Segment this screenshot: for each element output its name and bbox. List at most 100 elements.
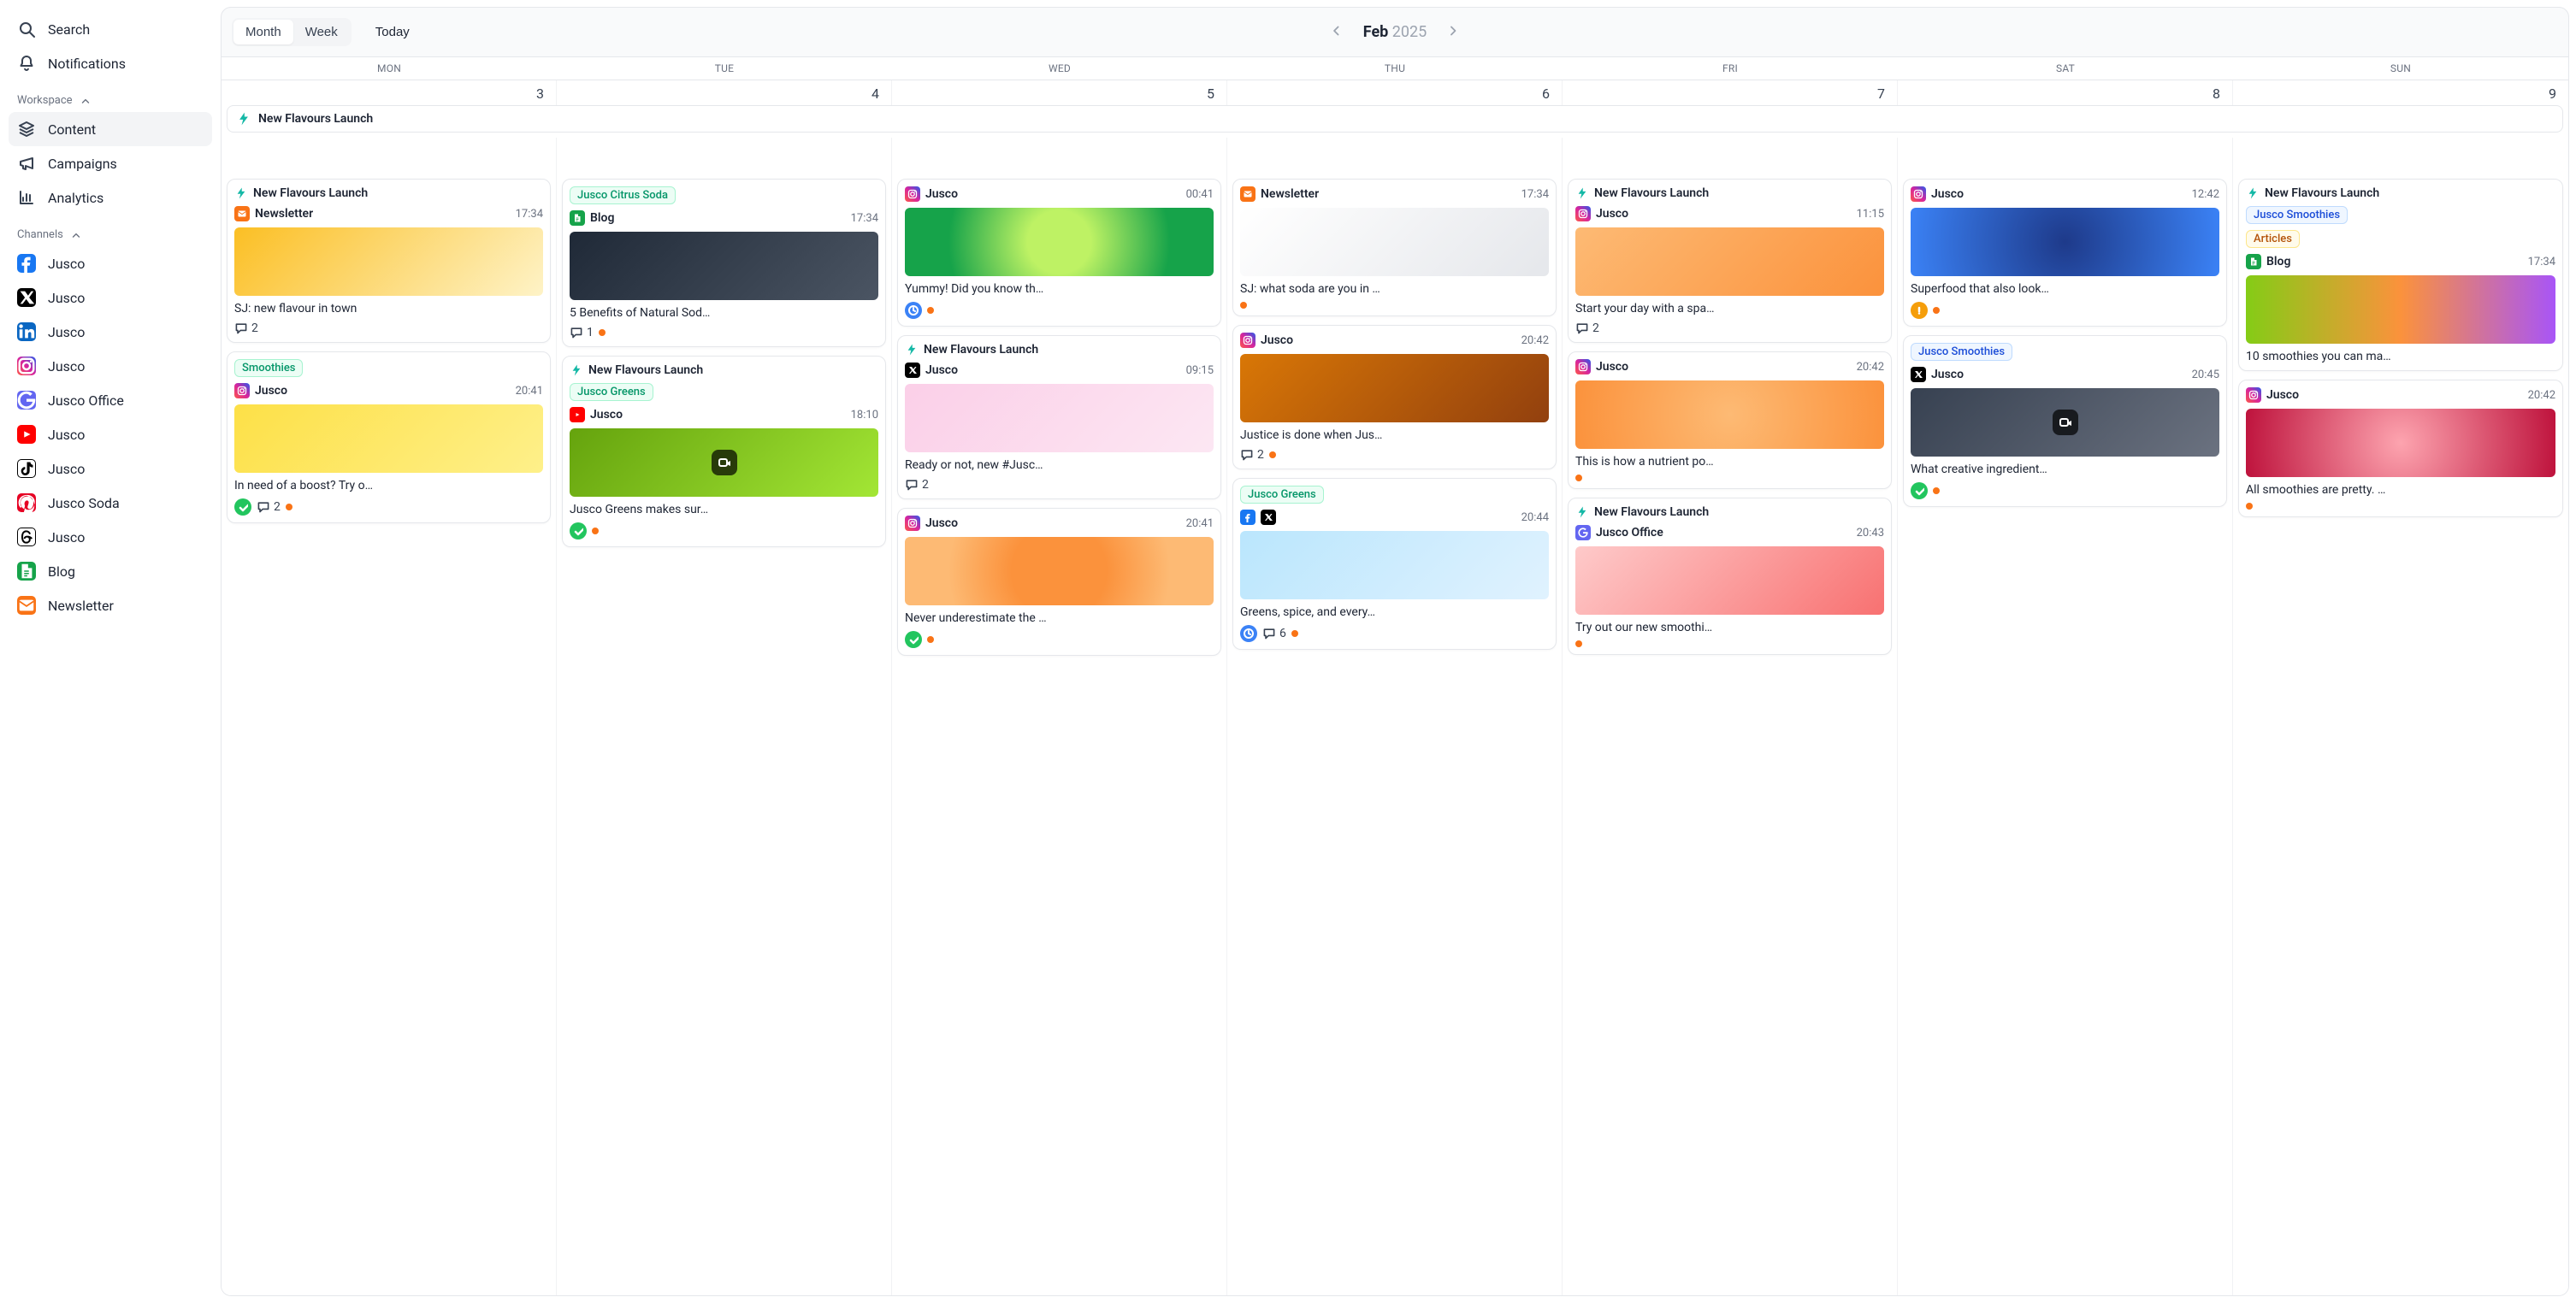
sidebar-search[interactable]: Search [9, 12, 212, 46]
card-thumbnail [905, 208, 1214, 276]
facebook-icon [17, 254, 36, 273]
channel-threads[interactable]: Jusco [9, 520, 212, 554]
status-dot [286, 504, 292, 510]
content-card[interactable]: Jusco20:42Justice is done when Jus…2 [1232, 325, 1557, 469]
view-month-button[interactable]: Month [233, 20, 293, 44]
google-icon [17, 391, 36, 410]
card-caption: What creative ingredient… [1911, 463, 2219, 476]
span-event[interactable]: New Flavours Launch [227, 105, 2563, 133]
pinterest-icon [17, 493, 36, 512]
content-card[interactable]: Jusco00:41Yummy! Did you know th… [897, 179, 1221, 327]
status-dot [927, 307, 934, 314]
bolt-icon [2246, 186, 2260, 200]
content-card[interactable]: Newsletter17:34SJ: what soda are you in … [1232, 179, 1557, 316]
channel-instagram[interactable]: Jusco [9, 349, 212, 383]
sidebar-item-analytics[interactable]: Analytics [9, 180, 212, 215]
bar-chart-icon [17, 188, 36, 207]
channel-youtube[interactable]: Jusco [9, 417, 212, 451]
content-card[interactable]: Jusco SmoothiesJusco20:45What creative i… [1903, 335, 2227, 507]
comments-count[interactable]: 2 [257, 500, 281, 514]
content-card[interactable]: Jusco20:41Never underestimate the … [897, 508, 1221, 656]
status-approved-icon [570, 522, 587, 539]
card-tag: Jusco Smoothies [1911, 343, 2012, 361]
status-dot [1240, 302, 1247, 309]
sidebar-item-content[interactable]: Content [9, 112, 212, 146]
sidebar-group-channels[interactable]: Channels [17, 228, 204, 241]
comments-count[interactable]: 2 [1575, 321, 1599, 335]
bolt-icon [905, 343, 919, 357]
instagram-icon [234, 383, 250, 398]
card-thumbnail [234, 227, 543, 296]
comments-count[interactable]: 1 [570, 326, 594, 339]
card-time: 20:42 [1857, 361, 1884, 374]
status-dot [1933, 487, 1940, 494]
channel-tiktok[interactable]: Jusco [9, 451, 212, 486]
content-card[interactable]: Jusco Greens20:44Greens, spice, and ever… [1232, 478, 1557, 650]
next-month-button[interactable] [1442, 20, 1464, 44]
weekday-header: MONTUEWEDTHUFRISATSUN [222, 56, 2568, 80]
comments-count[interactable]: 6 [1262, 627, 1286, 640]
comments-count[interactable]: 2 [1240, 448, 1264, 462]
content-card[interactable]: Jusco12:42Superfood that also look… [1903, 179, 2227, 327]
card-time: 20:44 [1521, 511, 1549, 524]
content-card[interactable]: New Flavours LaunchJusco09:15Ready or no… [897, 335, 1221, 499]
content-card[interactable]: Jusco Citrus SodaBlog17:345 Benefits of … [562, 179, 886, 347]
sidebar-item-campaigns[interactable]: Campaigns [9, 146, 212, 180]
month-label: Feb [1363, 23, 1389, 41]
card-time: 09:15 [1186, 364, 1214, 377]
content-card[interactable]: Jusco20:42All smoothies are pretty. … [2238, 380, 2563, 517]
threads-icon [17, 528, 36, 546]
day-column: New Flavours LaunchJusco SmoothiesArticl… [2233, 138, 2568, 1295]
sidebar-notifications[interactable]: Notifications [9, 46, 212, 80]
month-nav: Feb 2025 [1326, 20, 1464, 44]
youtube-icon [570, 407, 585, 422]
channel-label: Jusco [48, 427, 85, 443]
card-channel: Jusco [1931, 187, 2187, 201]
view-week-button[interactable]: Week [293, 20, 350, 44]
card-thumbnail [1575, 227, 1884, 296]
prev-month-button[interactable] [1326, 20, 1348, 44]
channel-label: Jusco [48, 290, 85, 306]
comments-count[interactable]: 2 [905, 478, 929, 492]
blog-icon [570, 210, 585, 226]
today-button[interactable]: Today [370, 24, 415, 40]
channel-blog[interactable]: Blog [9, 554, 212, 588]
card-time: 17:34 [2528, 256, 2555, 268]
chevron-up-icon [80, 95, 92, 107]
bell-icon [17, 54, 36, 73]
instagram-icon [2246, 387, 2261, 403]
card-channel: Jusco [925, 516, 1181, 530]
content-card[interactable]: New Flavours LaunchJusco11:15Start your … [1568, 179, 1892, 343]
sidebar-notifications-label: Notifications [48, 56, 126, 72]
card-tag: Jusco Citrus Soda [570, 186, 676, 204]
sidebar-group-workspace[interactable]: Workspace [17, 94, 204, 107]
card-campaign: New Flavours Launch [588, 363, 878, 377]
content-card[interactable]: Jusco20:42This is how a nutrient po… [1568, 351, 1892, 489]
card-channel: Jusco [590, 408, 846, 422]
card-tag: Articles [2246, 230, 2300, 248]
channel-newsletter[interactable]: Newsletter [9, 588, 212, 622]
channel-linkedin[interactable]: Jusco [9, 315, 212, 349]
date-row: 3456789 [222, 80, 2568, 105]
content-card[interactable]: New Flavours LaunchJusco GreensJusco18:1… [562, 356, 886, 547]
channel-x[interactable]: Jusco [9, 280, 212, 315]
channel-label: Blog [48, 563, 75, 580]
card-time: 20:42 [2528, 389, 2555, 402]
main: Month Week Today Feb 2025 MONTUEWEDTHUFR… [221, 0, 2576, 1303]
content-card[interactable]: New Flavours LaunchNewsletter17:34SJ: ne… [227, 179, 551, 343]
card-thumbnail [1911, 388, 2219, 457]
card-channel: Blog [590, 211, 846, 225]
content-card[interactable]: SmoothiesJusco20:41In need of a boost? T… [227, 351, 551, 523]
youtube-icon [17, 425, 36, 444]
date-label: 4 [557, 80, 892, 105]
content-card[interactable]: New Flavours LaunchJusco Office20:43Try … [1568, 498, 1892, 655]
content-card[interactable]: New Flavours LaunchJusco SmoothiesArticl… [2238, 179, 2563, 371]
channel-google[interactable]: Jusco Office [9, 383, 212, 417]
channel-facebook[interactable]: Jusco [9, 246, 212, 280]
card-thumbnail [1575, 380, 1884, 449]
comments-count[interactable]: 2 [234, 321, 258, 335]
card-thumbnail [905, 537, 1214, 605]
status-dot [2246, 503, 2253, 510]
card-caption: Ready or not, new #Jusc… [905, 458, 1214, 472]
channel-pinterest[interactable]: Jusco Soda [9, 486, 212, 520]
